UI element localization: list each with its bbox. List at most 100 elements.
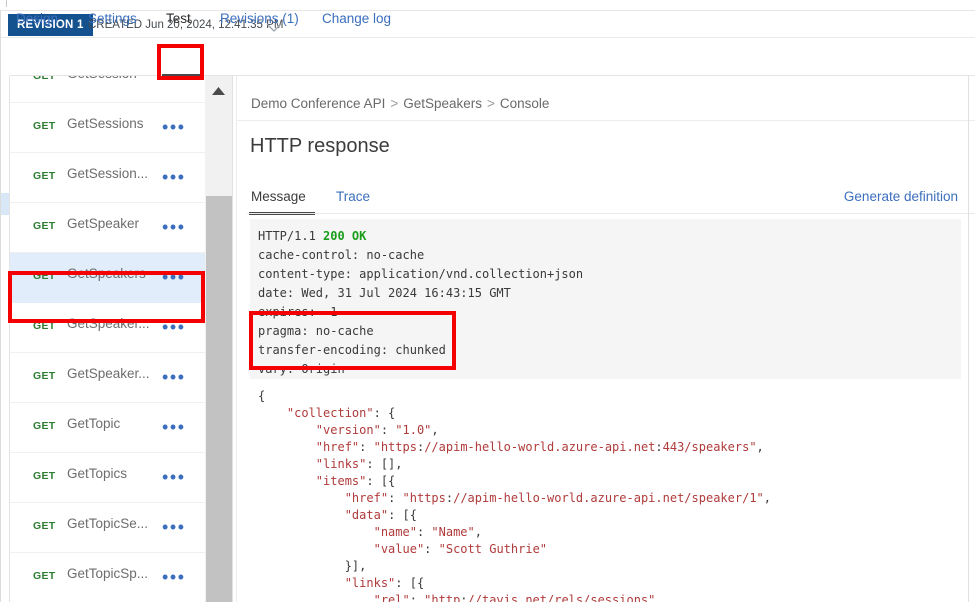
response-header-line: expires: -1: [258, 305, 338, 319]
operation-name-label: GetTopics: [67, 466, 128, 481]
response-body-line: "links": [],: [315, 457, 403, 471]
ellipsis-icon[interactable]: •••: [162, 415, 186, 439]
api-tab-bar: [0, 38, 975, 76]
left-rail-rule-outer: [0, 76, 1, 602]
operations-list[interactable]: GET GetSession ••• GET GetSessions ••• GET GetS…: [10, 76, 205, 602]
operation-method-label: GET: [33, 520, 56, 532]
response-body-line: "name": "Name",: [373, 525, 482, 539]
response-header-line: HTTP/1.1 200 OK: [258, 227, 961, 246]
ellipsis-icon[interactable]: •••: [162, 76, 186, 89]
operation-method-label: GET: [33, 120, 56, 132]
operation-name-label: GetTopic: [67, 416, 121, 431]
operation-row[interactable]: GET GetTopicSp... •••: [10, 553, 205, 602]
breadcrumb-item[interactable]: GetSpeakers: [403, 96, 482, 111]
ellipsis-icon[interactable]: •••: [162, 315, 186, 339]
operation-name-label: GetSpeaker...: [67, 366, 150, 381]
response-body-line: "rel": "http://tavis.net/rels/sessions": [373, 593, 656, 602]
revision-bar-left-rule: [0, 11, 1, 39]
ellipsis-icon[interactable]: •••: [162, 515, 186, 539]
tab-message[interactable]: Message: [251, 181, 306, 213]
revision-bar: REVISION 1 CREATED Jun 20, 2024, 12:41:3…: [0, 10, 975, 39]
breadcrumb-separator: >: [390, 96, 399, 111]
operation-name-label: GetSession: [67, 76, 137, 81]
subtab-rule: [247, 213, 975, 214]
operation-row[interactable]: GET GetSession •••: [10, 76, 205, 103]
tab-revisions[interactable]: Revisions (1): [220, 0, 299, 38]
operation-method-label: GET: [33, 76, 56, 82]
operation-row[interactable]: GET GetSpeaker... •••: [10, 353, 205, 403]
operation-name-label: GetTopicSp...: [67, 566, 149, 581]
ellipsis-icon[interactable]: •••: [162, 165, 186, 189]
response-header-line: vary: Origin: [258, 362, 345, 376]
operation-method-label: GET: [33, 470, 56, 482]
operation-row[interactable]: GET GetSpeaker •••: [10, 203, 205, 253]
response-body-line: "value": "Scott Guthrie": [373, 542, 548, 556]
left-rail: [0, 76, 10, 602]
operations-list-scrollbar[interactable]: [205, 76, 232, 602]
operation-row[interactable]: GET GetSessions •••: [10, 103, 205, 153]
operation-name-label: GetSpeakers: [67, 266, 146, 281]
response-body-block: { "collection": { "version": "1.0", "hre…: [250, 379, 971, 602]
response-body-line: }],: [258, 559, 367, 573]
ellipsis-icon[interactable]: •••: [162, 115, 186, 139]
tab-bar-left-rule: [0, 38, 1, 76]
tab-test[interactable]: Test: [166, 0, 191, 38]
response-header-line: pragma: no-cache: [258, 324, 374, 338]
operation-method-label: GET: [33, 320, 56, 332]
response-header-line: transfer-encoding: chunked: [258, 343, 446, 357]
ellipsis-icon[interactable]: •••: [162, 465, 186, 489]
window-top-edge: [0, 0, 975, 10]
breadcrumb-separator: >: [487, 96, 495, 111]
operation-row[interactable]: GET GetSpeaker... •••: [10, 303, 205, 353]
tab-trace[interactable]: Trace: [336, 181, 370, 213]
breadcrumb-rule: [237, 120, 975, 121]
operation-name-label: GetTopicSe...: [67, 516, 149, 531]
operation-row[interactable]: GET GetTopic •••: [10, 403, 205, 453]
operation-method-label: GET: [33, 170, 56, 182]
left-rail-selection-accent: [1, 193, 9, 215]
operation-method-label: GET: [33, 570, 56, 582]
response-status-code: 200 OK: [323, 229, 367, 243]
operation-name-label: GetSession...: [67, 166, 149, 181]
ellipsis-icon[interactable]: •••: [162, 265, 186, 289]
response-body-line: "data": [{: [344, 508, 417, 522]
response-body-line: "version": "1.0",: [315, 423, 439, 437]
page-title: HTTP response: [250, 135, 390, 157]
response-body-line: "collection": {: [286, 406, 396, 420]
response-body-line: "href": "https://apim-hello-world.azure-…: [344, 491, 772, 505]
operation-row[interactable]: GET GetTopicSe... •••: [10, 503, 205, 553]
operation-name-label: GetSpeaker: [67, 216, 140, 231]
operation-row[interactable]: GET GetSpeakers •••: [10, 253, 205, 303]
operations-list-scroll-thumb[interactable]: [206, 196, 232, 602]
operation-name-label: GetSessions: [67, 116, 144, 131]
response-body-line: "items": [{: [315, 474, 396, 488]
api-management-test-console-screen: REVISION 1 CREATED Jun 20, 2024, 12:41:3…: [0, 0, 975, 602]
ellipsis-icon[interactable]: •••: [162, 215, 186, 239]
response-header-line: date: Wed, 31 Jul 2024 16:43:15 GMT: [258, 286, 511, 300]
operation-row[interactable]: GET GetTopics •••: [10, 453, 205, 503]
response-body-line: {: [258, 389, 266, 403]
content-right-rule: [968, 76, 969, 602]
ellipsis-icon[interactable]: •••: [162, 365, 186, 389]
breadcrumb-item[interactable]: Console: [500, 96, 550, 111]
scroll-up-arrow-icon[interactable]: [205, 76, 232, 106]
operation-method-label: GET: [33, 270, 56, 282]
operation-method-label: GET: [33, 220, 56, 232]
response-body-scroll-gutter[interactable]: [958, 379, 975, 602]
response-header-text: HTTP/1.1: [258, 229, 324, 243]
response-body-line: "links": [{: [344, 576, 425, 590]
tab-design[interactable]: Design: [16, 0, 58, 38]
ellipsis-icon[interactable]: •••: [162, 565, 186, 589]
tab-settings[interactable]: Settings: [88, 0, 137, 38]
response-body-line: "href": "https://apim-hello-world.azure-…: [315, 440, 764, 454]
breadcrumb[interactable]: Demo Conference API > GetSpeakers > Console: [251, 96, 549, 111]
tab-change-log[interactable]: Change log: [322, 0, 391, 38]
breadcrumb-item[interactable]: Demo Conference API: [251, 96, 385, 111]
operation-method-label: GET: [33, 370, 56, 382]
console-content-panel: Demo Conference API > GetSpeakers > Console …: [237, 76, 975, 602]
response-header-line: cache-control: no-cache: [258, 248, 425, 262]
generate-definition-link[interactable]: Generate definition: [844, 181, 958, 213]
operations-panel-divider: [232, 76, 233, 602]
response-header-line: content-type: application/vnd.collection…: [258, 267, 584, 281]
operation-row[interactable]: GET GetSession... •••: [10, 153, 205, 203]
